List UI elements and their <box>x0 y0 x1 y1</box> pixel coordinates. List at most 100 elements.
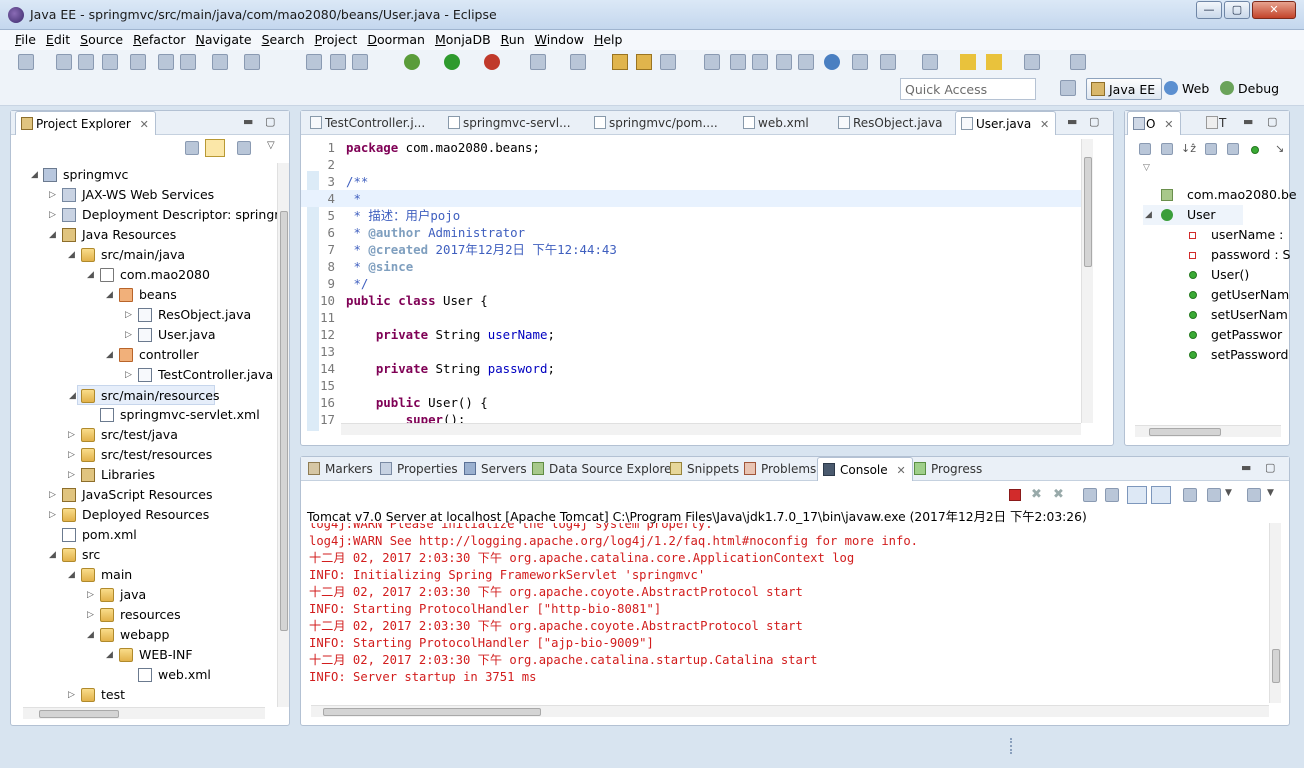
pin-console-icon[interactable] <box>1183 488 1197 502</box>
next-annotation-icon[interactable] <box>852 54 868 70</box>
chevron-down-icon[interactable]: ◢ <box>87 625 94 645</box>
chevron-right-icon[interactable]: ▷ <box>68 425 75 445</box>
console-hscrollbar[interactable] <box>311 705 1269 717</box>
external-tools-icon[interactable] <box>484 54 500 70</box>
tab-markers[interactable]: Markers <box>303 457 379 481</box>
chevron-down-icon[interactable]: ◢ <box>1145 205 1152 225</box>
chevron-right-icon[interactable]: ▷ <box>68 465 75 485</box>
whitespace-icon[interactable] <box>752 54 768 70</box>
tree-item-deployed-resources[interactable]: ▷ Deployed Resources <box>11 505 271 525</box>
open-perspective-icon[interactable] <box>1060 80 1076 96</box>
open-type-icon[interactable] <box>636 54 652 70</box>
outline-item-class[interactable]: ◢ User <box>1143 205 1243 225</box>
hide-static-icon[interactable] <box>1227 143 1239 155</box>
editor-vscrollbar[interactable] <box>1081 139 1093 423</box>
pin-icon[interactable] <box>1070 54 1086 70</box>
minimize-view-icon[interactable]: ▬ <box>1241 461 1251 474</box>
tab-snippets[interactable]: Snippets <box>665 457 745 481</box>
filter-icon[interactable]: ↘ <box>1275 142 1284 155</box>
maximize-view-icon[interactable]: ▢ <box>1265 461 1275 474</box>
tab-progress[interactable]: Progress <box>909 457 988 481</box>
tab-data-source-explorer[interactable]: Data Source Explorer <box>527 457 682 481</box>
chevron-down-icon[interactable]: ◢ <box>31 165 38 185</box>
suspend-icon[interactable] <box>330 54 346 70</box>
tab-task-list[interactable]: T <box>1201 111 1232 135</box>
view-menu-icon[interactable] <box>237 141 251 155</box>
scrollbar-thumb[interactable] <box>1084 157 1092 267</box>
redo-icon[interactable] <box>244 54 260 70</box>
tree-item-src[interactable]: ◢ src <box>11 545 271 565</box>
tree-item-com-mao2080[interactable]: ◢ com.mao2080 <box>11 265 271 285</box>
chevron-right-icon[interactable]: ▷ <box>49 505 56 525</box>
tab-outline[interactable]: O ✕ <box>1127 111 1181 135</box>
save-icon[interactable] <box>56 54 72 70</box>
tab-console[interactable]: Console ✕ <box>817 457 913 481</box>
forward-icon[interactable] <box>986 54 1002 70</box>
globe-icon[interactable] <box>824 54 840 70</box>
quick-access-input[interactable]: Quick Access <box>900 78 1036 100</box>
tree-item-test[interactable]: ▷ test <box>11 685 271 705</box>
sort-icon[interactable]: ↓ẑ <box>1181 142 1196 155</box>
console-vscrollbar[interactable] <box>1269 523 1281 703</box>
terminate-icon[interactable] <box>1009 489 1021 501</box>
tree-item-web-inf[interactable]: ◢ WEB-INF <box>11 645 271 665</box>
new-icon[interactable] <box>18 54 34 70</box>
undo-icon[interactable] <box>212 54 228 70</box>
tree-item-src-main-java[interactable]: ◢ src/main/java <box>11 245 271 265</box>
tree-item-resobject-java[interactable]: ▷ ResObject.java <box>11 305 271 325</box>
maximize-view-icon[interactable]: ▢ <box>265 115 275 128</box>
minimize-view-icon[interactable]: ▬ <box>1067 115 1077 128</box>
project-explorer-vscrollbar[interactable] <box>277 163 289 707</box>
tree-item-resources[interactable]: ▷ resources <box>11 605 271 625</box>
tree-item-testcontroller-java[interactable]: ▷ TestController.java <box>11 365 273 385</box>
last-edit-icon[interactable] <box>922 54 938 70</box>
block-selection-icon[interactable] <box>180 54 196 70</box>
tree-item-src-test-resources[interactable]: ▷ src/test/resources <box>11 445 271 465</box>
chevron-right-icon[interactable]: ▷ <box>68 685 75 705</box>
tree-item-springmvc[interactable]: ◢ springmvc <box>11 165 271 185</box>
resume-icon[interactable] <box>306 54 322 70</box>
annotation-icon[interactable] <box>704 54 720 70</box>
tree-item-main[interactable]: ◢ main <box>11 565 271 585</box>
scrollbar-thumb[interactable] <box>323 708 541 716</box>
tab-problems[interactable]: Problems <box>739 457 822 481</box>
menu-edit[interactable]: Edit <box>41 30 75 50</box>
display-console-icon[interactable] <box>1207 488 1221 502</box>
hide-fields-icon[interactable] <box>1205 143 1217 155</box>
menu-help[interactable]: Help <box>589 30 628 50</box>
link-with-editor-icon[interactable] <box>205 139 225 157</box>
tree-item-src-main-resources[interactable]: ◢ src/main/resources <box>69 385 219 405</box>
chevron-right-icon[interactable]: ▷ <box>87 605 94 625</box>
menu-file[interactable]: File <box>10 30 41 50</box>
menu-doorman[interactable]: Doorman <box>362 30 430 50</box>
chevron-down-icon[interactable]: ◢ <box>106 345 113 365</box>
tree-item-javascript-resources[interactable]: ▷ JavaScript Resources <box>11 485 271 505</box>
perspective-debug[interactable]: Debug <box>1216 78 1285 100</box>
tab-testcontroller[interactable]: TestController.j... <box>305 111 431 135</box>
perspective-web[interactable]: Web <box>1160 78 1215 100</box>
close-icon[interactable]: ✕ <box>1164 118 1173 131</box>
tree-item-web-xml[interactable]: web.xml <box>11 665 271 685</box>
clear-console-icon[interactable] <box>1083 488 1097 502</box>
new-class-icon[interactable] <box>570 54 586 70</box>
minimize-view-icon[interactable]: ▬ <box>1243 115 1253 128</box>
chevron-down-icon[interactable]: ◢ <box>49 545 56 565</box>
menu-run[interactable]: Run <box>496 30 530 50</box>
tree-item-deployment-descriptor[interactable]: ▷ Deployment Descriptor: springmvc <box>11 205 279 225</box>
project-explorer-hscrollbar[interactable] <box>23 707 265 719</box>
show-on-stderr-icon[interactable] <box>1151 486 1171 504</box>
scrollbar-thumb[interactable] <box>1272 649 1280 683</box>
chevron-right-icon[interactable]: ▷ <box>68 445 75 465</box>
minimize-view-icon[interactable]: ▬ <box>243 115 253 128</box>
tree-item-user-java[interactable]: ▷ User.java <box>11 325 271 345</box>
tab-user-java[interactable]: User.java ✕ <box>955 111 1057 135</box>
tree-item-jaxws[interactable]: ▷ JAX-WS Web Services <box>11 185 271 205</box>
menu-monjadb[interactable]: MonjaDB <box>430 30 496 50</box>
collapse-all-icon[interactable] <box>1161 143 1173 155</box>
chevron-right-icon[interactable]: ▷ <box>49 185 56 205</box>
menu-source[interactable]: Source <box>75 30 128 50</box>
chevron-down-icon[interactable]: ◢ <box>87 265 94 285</box>
run-icon[interactable] <box>444 54 460 70</box>
close-icon[interactable]: ✕ <box>896 464 905 477</box>
highlight-icon[interactable] <box>730 54 746 70</box>
